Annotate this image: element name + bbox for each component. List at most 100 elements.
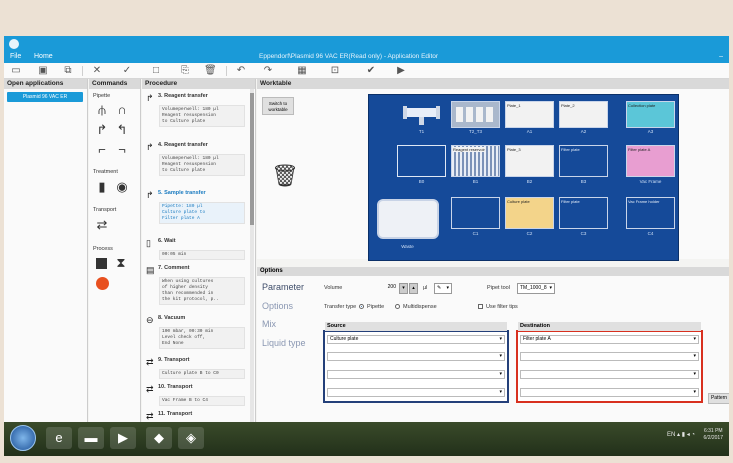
- destination-row-1[interactable]: Filter plate A ▾: [520, 335, 699, 344]
- check-icon[interactable]: ✓: [121, 65, 133, 77]
- mix-label: Mix: [262, 319, 276, 329]
- volume-input[interactable]: 200: [375, 283, 396, 294]
- redo-icon[interactable]: ↷: [262, 65, 274, 77]
- pattern-button[interactable]: Pattern: [708, 393, 729, 404]
- trash-icon[interactable]: 🗑: [271, 163, 299, 189]
- filter-plate-position-c3[interactable]: Filter plate: [559, 197, 608, 229]
- minimize-icon[interactable]: –: [719, 53, 723, 60]
- menu-file[interactable]: File: [10, 53, 21, 60]
- save-icon[interactable]: ▭: [10, 65, 22, 77]
- plate-position-a1[interactable]: Plate_1: [505, 101, 554, 128]
- empty-position-c1[interactable]: [451, 197, 500, 229]
- procedure-step[interactable]: ▯ 6. Wait 00:05 min: [144, 238, 248, 262]
- edit-volume-button[interactable]: ✎ ▾: [434, 283, 452, 294]
- paste-icon[interactable]: ⎘: [179, 65, 191, 77]
- open-app-tab[interactable]: Plasmid 96 VAC ER: [7, 92, 83, 102]
- filter-plate-position-b3[interactable]: Filter plate: [559, 145, 608, 177]
- pipet-tool-label: Pipet tool: [487, 285, 510, 291]
- dispense-icon[interactable]: ⌐: [95, 143, 109, 157]
- source-row-3[interactable]: ▾: [327, 370, 505, 379]
- copy-icon[interactable]: ⧉: [62, 65, 74, 77]
- transfer-type-multidispense-radio[interactable]: [395, 304, 400, 309]
- switch-to-worktable-button[interactable]: Switch to worktable: [262, 97, 294, 115]
- waste-position[interactable]: [377, 199, 439, 239]
- tip-rack-position[interactable]: [451, 101, 500, 128]
- destination-row-4[interactable]: ▾: [520, 388, 699, 397]
- stop-icon[interactable]: [96, 258, 107, 269]
- procedure-step[interactable]: ↱ 3. Reagent transfer Volumeperwell: 180…: [144, 93, 248, 137]
- empty-position-b0[interactable]: [397, 145, 446, 177]
- window-title: Eppendorf\Plasmid 96 VAC ER(Read only) -…: [259, 53, 439, 60]
- transfer-type-pipette-radio[interactable]: [359, 304, 364, 309]
- worktable-panel: Worktable Switch to worktable 🗑 T1 T2_T3…: [257, 79, 729, 261]
- scrollbar-thumb[interactable]: [250, 93, 254, 225]
- start-button-icon[interactable]: [10, 425, 36, 451]
- source-row-4[interactable]: ▾: [327, 388, 505, 397]
- volume-increment-button[interactable]: ▴: [409, 283, 418, 294]
- delete-icon[interactable]: 🗑: [204, 65, 217, 77]
- hourglass-icon[interactable]: ⧗: [114, 256, 128, 270]
- media-player-icon[interactable]: ▶: [110, 427, 136, 449]
- procedure-step[interactable]: ↱ 4. Reagent transfer Volumeperwell: 180…: [144, 142, 248, 186]
- procedure-step[interactable]: ▤ 7. Comment When using cultures of high…: [144, 265, 248, 309]
- close-icon[interactable]: ✕: [91, 65, 103, 77]
- destination-row-3[interactable]: ▾: [520, 370, 699, 379]
- app-2-icon[interactable]: ◈: [178, 427, 204, 449]
- procedure-step-selected[interactable]: ↱ 5. Sample transfer Pipette: 180 µl Cul…: [144, 190, 248, 234]
- vac-frame-position[interactable]: Filter plate A: [626, 145, 675, 177]
- tip-holder-position[interactable]: [397, 101, 446, 128]
- source-header: Source: [325, 322, 507, 331]
- transport-icon[interactable]: ⇄: [95, 218, 109, 232]
- clock[interactable]: 6:31 PM 6/2/2017: [704, 428, 723, 442]
- volume-unit: µl: [423, 285, 428, 291]
- source-row-2[interactable]: ▾: [327, 352, 505, 361]
- table-icon[interactable]: ▦: [296, 65, 308, 77]
- procedure-step[interactable]: ⇄ 9. Transport Culture plate B to C0: [144, 357, 248, 381]
- undo-icon[interactable]: ↶: [235, 65, 247, 77]
- sample-transfer-icon[interactable]: ↰: [115, 123, 129, 137]
- menu-home[interactable]: Home: [34, 53, 53, 60]
- reagent-reservoir-position[interactable]: Reagent reservoir: [451, 145, 500, 177]
- save-as-icon[interactable]: ▣: [37, 65, 49, 77]
- culture-plate-position[interactable]: Culture plate: [505, 197, 554, 229]
- preview-icon[interactable]: ⊡: [329, 65, 341, 77]
- vac-frame-holder-position[interactable]: Vac Frame holder: [626, 197, 675, 229]
- pipette-mix-icon[interactable]: ∩: [115, 103, 129, 117]
- pipet-tool-select[interactable]: TM_1000_8 ▾: [517, 283, 555, 294]
- plate-position-b2[interactable]: Plate_3: [505, 145, 554, 177]
- pipette-transfer-icon[interactable]: ⫛: [95, 103, 109, 117]
- system-tray[interactable]: EN ▴ ▮ ◂ ◔: [667, 431, 695, 438]
- parameter-label: Parameter: [262, 282, 305, 292]
- procedure-step[interactable]: ⇄ 10. Transport Vac Frame B to C4: [144, 384, 248, 408]
- pipette-group-label: Pipette: [93, 93, 111, 99]
- end-icon[interactable]: [96, 277, 109, 290]
- open-applications-header: Open applications: [4, 79, 87, 89]
- reagent-transfer-icon[interactable]: ↱: [95, 123, 109, 137]
- procedure-scrollbar[interactable]: [250, 89, 254, 422]
- volume-decrement-button[interactable]: ▾: [399, 283, 408, 294]
- plate-position-a3[interactable]: Collection plate: [626, 101, 675, 128]
- run-icon[interactable]: ▶: [395, 65, 407, 77]
- procedure-step[interactable]: ⇄ 11. Transport: [144, 411, 248, 422]
- destination-table: Destination Filter plate A ▾ ▾ ▾ ▾: [516, 322, 703, 403]
- shaker-icon[interactable]: ◉: [115, 180, 129, 194]
- aspirate-icon[interactable]: ¬: [115, 143, 129, 157]
- folder-icon[interactable]: ▬: [78, 427, 104, 449]
- transport-group-label: Transport: [93, 207, 117, 213]
- destination-row-2[interactable]: ▾: [520, 352, 699, 361]
- plate-position-a2[interactable]: Plate_2: [559, 101, 608, 128]
- source-row-1[interactable]: Culture plate ▾: [327, 335, 505, 344]
- commands-header: Commands: [89, 79, 140, 89]
- procedure-step[interactable]: ⊖ 8. Vacuum 100 mbar, 00:30 min Level ch…: [144, 315, 248, 353]
- ie-icon[interactable]: e: [46, 427, 72, 449]
- app-icon[interactable]: ◆: [146, 427, 172, 449]
- use-filter-tips-checkbox[interactable]: [478, 304, 483, 309]
- validate-icon[interactable]: ✔: [365, 65, 377, 77]
- new-icon[interactable]: □: [150, 65, 162, 77]
- options-panel: Options Parameter Options Mix Liquid typ…: [257, 267, 729, 422]
- thermo-icon[interactable]: ▮: [95, 180, 109, 194]
- options-label: Options: [262, 301, 294, 311]
- process-group-label: Process: [93, 246, 113, 252]
- transport-icon: ⇄: [146, 384, 154, 394]
- procedure-panel: Procedure ↱ 3. Reagent transfer Volumepe…: [142, 79, 256, 422]
